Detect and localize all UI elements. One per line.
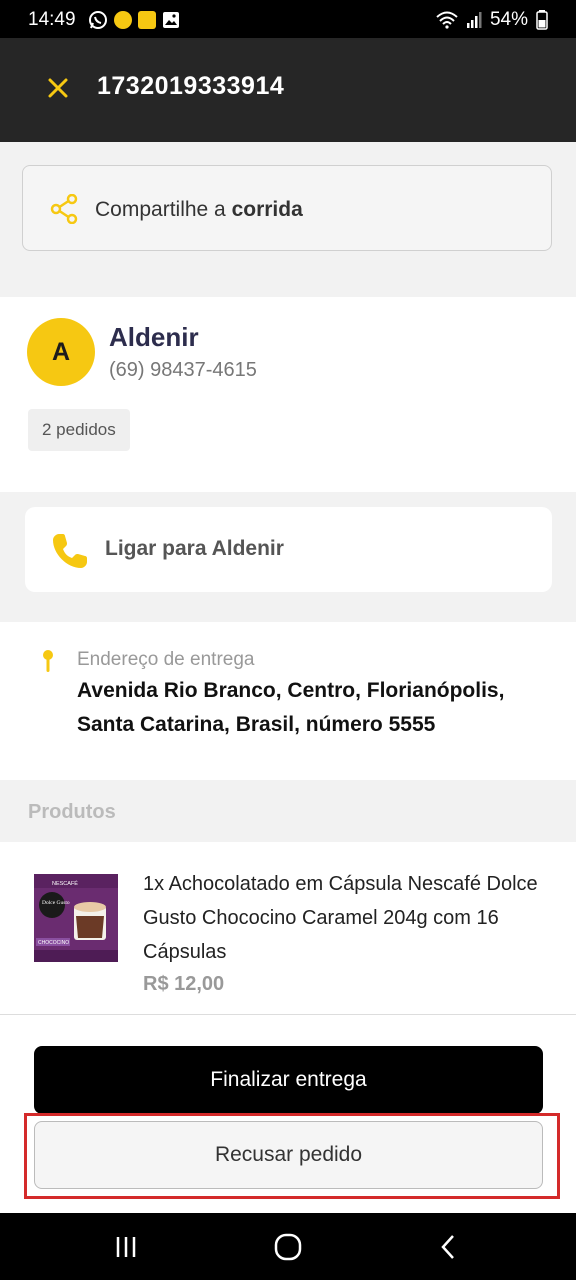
customer-card: A Aldenir (69) 98437-4615 2 pedidos: [0, 297, 576, 492]
app-bar: 1732019333914: [0, 38, 576, 142]
product-price: R$ 12,00: [143, 973, 225, 995]
call-customer-button[interactable]: Ligar para Aldenir: [25, 507, 552, 592]
status-system-icons: 54%: [436, 9, 548, 31]
action-footer: Finalizar entrega Recusar pedido: [0, 1015, 576, 1213]
battery-level: 54%: [489, 9, 528, 30]
orders-count-badge: 2 pedidos: [28, 409, 130, 451]
whatsapp-icon: [89, 11, 107, 29]
products-header: Produtos: [28, 801, 116, 823]
signal-icon: [466, 12, 482, 28]
refuse-order-button[interactable]: Recusar pedido: [34, 1121, 543, 1189]
wifi-icon: [436, 11, 458, 29]
address-value: Avenida Rio Branco, Centro, Florianópoli…: [77, 679, 505, 736]
product-image: NESCAFÉ Dolce Gusto CHOCOCINO: [32, 872, 122, 964]
share-label-bold: corrida: [231, 198, 303, 221]
status-time: 14:49: [28, 9, 76, 30]
call-label: Ligar para Aldenir: [105, 537, 284, 560]
product-image-brand: NESCAFÉ: [52, 880, 78, 887]
share-icon: [50, 194, 78, 224]
product-image-line: Dolce Gusto: [42, 900, 70, 906]
avatar: A: [27, 318, 95, 386]
recent-apps-icon[interactable]: [112, 1231, 144, 1263]
phone-icon: [53, 534, 87, 568]
close-icon[interactable]: [44, 74, 72, 102]
system-nav-bar: [0, 1213, 576, 1280]
location-pin-icon: [43, 650, 53, 672]
battery-icon: [536, 10, 548, 30]
product-item: NESCAFÉ Dolce Gusto CHOCOCINO 1x Achocol…: [0, 842, 576, 1015]
status-notification-icons: [88, 10, 180, 30]
delivery-address: Endereço de entrega Avenida Rio Branco, …: [0, 622, 576, 780]
address-label: Endereço de entrega: [77, 649, 255, 670]
back-icon[interactable]: [433, 1231, 465, 1263]
order-id-title: 1732019333914: [97, 72, 285, 100]
share-ride-button[interactable]: Compartilhe a corrida: [22, 165, 552, 251]
customer-phone: (69) 98437-4615: [109, 359, 257, 381]
app-icon: [138, 11, 156, 29]
gallery-icon: [163, 12, 179, 28]
share-label-prefix: Compartilhe a: [95, 198, 232, 221]
share-label: Compartilhe a corrida: [95, 198, 303, 222]
notification-icon: [114, 11, 132, 29]
home-icon[interactable]: [272, 1231, 304, 1263]
customer-name: Aldenir: [109, 322, 199, 352]
product-name: 1x Achocolatado em Cápsula Nescafé Dolce…: [143, 873, 538, 963]
finalize-delivery-button[interactable]: Finalizar entrega: [34, 1046, 543, 1114]
status-bar: 14:49 54%: [0, 0, 576, 38]
product-image-flavour: CHOCOCINO: [38, 940, 69, 946]
